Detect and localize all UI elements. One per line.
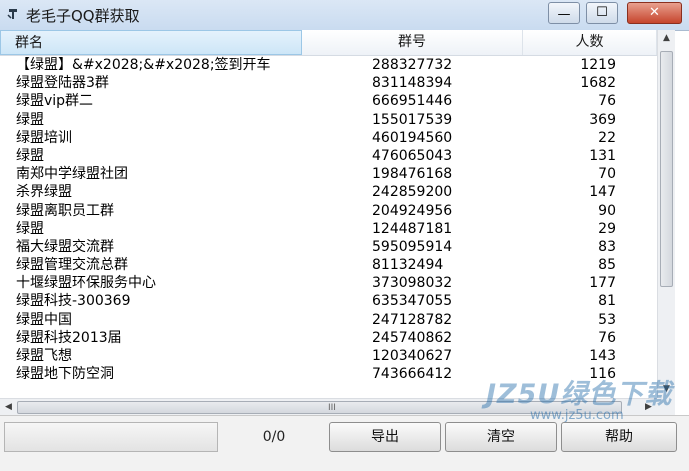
group-name-cell: 绿盟科技-300369 (16, 293, 131, 310)
group-name-cell: 十堰绿盟环保服务中心 (16, 275, 156, 292)
member-count-cell: 22 (598, 129, 616, 146)
list-item[interactable]: 杀界绿盟 242859200 147 (0, 183, 657, 201)
group-number-cell: 595095914 (372, 238, 453, 255)
member-count-cell: 81 (598, 293, 616, 310)
close-button[interactable]: ✕ (627, 2, 682, 24)
column-header-group-name[interactable]: 群名 (0, 30, 302, 55)
progress-counter: 0/0 (262, 429, 286, 445)
member-count-cell: 83 (598, 238, 616, 255)
member-count-cell: 147 (589, 184, 616, 201)
minimize-icon: — (557, 7, 571, 22)
group-name-cell: 绿盟离职员工群 (16, 202, 114, 219)
vertical-scrollbar[interactable]: ▲ ▼ (657, 30, 675, 398)
window-title: 老毛子QQ群获取 (26, 7, 140, 25)
group-number-cell: 198476168 (372, 166, 453, 183)
group-name-cell: 【绿盟】&#x2028;&#x2028;签到开车 (16, 57, 271, 73)
list-item[interactable]: 绿盟培训 460194560 22 (0, 129, 657, 147)
group-number-cell: 245740862 (372, 329, 453, 346)
group-number-cell: 247128782 (372, 311, 453, 328)
title-bar[interactable]: 老毛子QQ群获取 — ☐ ✕ (0, 0, 689, 31)
list-item[interactable]: 绿盟离职员工群 204924956 90 (0, 202, 657, 220)
watermark-brand: JZ5U绿色下载 (486, 379, 673, 410)
list-item[interactable]: 绿盟管理交流总群 81132494 85 (0, 256, 657, 274)
list-item[interactable]: 绿盟中国 247128782 53 (0, 311, 657, 329)
group-number-cell: 242859200 (372, 184, 453, 201)
column-header-group-number[interactable]: 群号 (302, 30, 523, 55)
member-count-cell: 85 (598, 257, 616, 274)
watermark-url: www.jz5u.com (530, 408, 624, 423)
list-item[interactable]: 绿盟登陆器3群 831148394 1682 (0, 74, 657, 92)
member-count-cell: 1219 (580, 57, 616, 73)
group-number-cell: 124487181 (372, 220, 453, 237)
status-panel (4, 422, 218, 452)
group-number-cell: 476065043 (372, 147, 453, 164)
group-name-cell: 绿盟vip群二 (16, 93, 94, 110)
group-name-cell: 杀界绿盟 (16, 184, 72, 201)
group-number-cell: 460194560 (372, 129, 453, 146)
list-item[interactable]: 十堰绿盟环保服务中心 373098032 177 (0, 274, 657, 292)
group-number-cell: 666951446 (372, 93, 453, 110)
group-number-cell: 635347055 (372, 293, 453, 310)
list-header: 群名 群号 人数 (0, 30, 657, 56)
group-name-cell: 绿盟登陆器3群 (16, 75, 109, 92)
member-count-cell: 143 (589, 348, 616, 364)
scroll-left-arrow-icon[interactable]: ◀ (0, 399, 17, 416)
member-count-cell: 131 (589, 147, 616, 164)
scroll-grip-icon: III (328, 403, 336, 413)
group-name-cell: 绿盟培训 (16, 129, 72, 146)
close-icon: ✕ (649, 5, 660, 20)
clear-button[interactable]: 清空 (445, 422, 557, 452)
group-name-cell: 绿盟中国 (16, 311, 72, 328)
bottom-toolbar: 0/0 导出 清空 帮助 (0, 415, 689, 471)
group-name-cell: 绿盟飞想 (16, 348, 72, 364)
app-icon (7, 9, 17, 19)
member-count-cell: 29 (598, 220, 616, 237)
group-name-cell: 南郑中学绿盟社团 (16, 166, 128, 183)
member-count-cell: 76 (598, 93, 616, 110)
scroll-up-arrow-icon[interactable]: ▲ (658, 30, 675, 47)
member-count-cell: 53 (598, 311, 616, 328)
vertical-scroll-thumb[interactable] (660, 51, 673, 287)
list-item[interactable]: 绿盟科技-300369 635347055 81 (0, 292, 657, 310)
list-item[interactable]: 【绿盟】&#x2028;&#x2028;签到开车 288327732 1219 (0, 56, 657, 74)
group-number-cell: 81132494 (372, 257, 444, 274)
group-number-cell: 831148394 (372, 75, 453, 92)
group-name-cell: 绿盟管理交流总群 (16, 257, 128, 274)
group-name-cell: 绿盟 (16, 147, 44, 164)
list-item[interactable]: 南郑中学绿盟社团 198476168 70 (0, 165, 657, 183)
column-header-member-count[interactable]: 人数 (523, 30, 657, 55)
minimize-button[interactable]: — (548, 2, 580, 24)
list-item[interactable]: 绿盟 124487181 29 (0, 220, 657, 238)
group-number-cell: 373098032 (372, 275, 453, 292)
member-count-cell: 177 (589, 275, 616, 292)
list-item[interactable]: 绿盟飞想 120340627 143 (0, 347, 657, 365)
maximize-icon: ☐ (596, 5, 608, 20)
group-list[interactable]: 群名 群号 人数 【绿盟】&#x2028;&#x2028;签到开车 2883277… (0, 30, 657, 398)
list-item[interactable]: 绿盟 155017539 369 (0, 111, 657, 129)
group-number-cell: 155017539 (372, 111, 453, 128)
maximize-button[interactable]: ☐ (586, 2, 618, 24)
list-rows: 【绿盟】&#x2028;&#x2028;签到开车 288327732 1219 绿盟登… (0, 56, 657, 383)
group-name-cell: 绿盟 (16, 111, 44, 128)
member-count-cell: 70 (598, 166, 616, 183)
member-count-cell: 76 (598, 329, 616, 346)
member-count-cell: 369 (589, 111, 616, 128)
group-number-cell: 288327732 (372, 57, 453, 73)
group-number-cell: 743666412 (372, 366, 453, 383)
group-name-cell: 福大绿盟交流群 (16, 238, 114, 255)
list-item[interactable]: 绿盟科技2013届 245740862 76 (0, 329, 657, 347)
member-count-cell: 1682 (580, 75, 616, 92)
group-number-cell: 204924956 (372, 202, 453, 219)
list-item[interactable]: 绿盟vip群二 666951446 76 (0, 92, 657, 110)
list-item[interactable]: 福大绿盟交流群 595095914 83 (0, 238, 657, 256)
list-item[interactable]: 绿盟 476065043 131 (0, 147, 657, 165)
group-name-cell: 绿盟 (16, 220, 44, 237)
group-name-cell: 绿盟地下防空洞 (16, 366, 114, 383)
member-count-cell: 90 (598, 202, 616, 219)
group-number-cell: 120340627 (372, 348, 453, 364)
help-button[interactable]: 帮助 (561, 422, 677, 452)
group-name-cell: 绿盟科技2013届 (16, 329, 122, 346)
export-button[interactable]: 导出 (329, 422, 441, 452)
